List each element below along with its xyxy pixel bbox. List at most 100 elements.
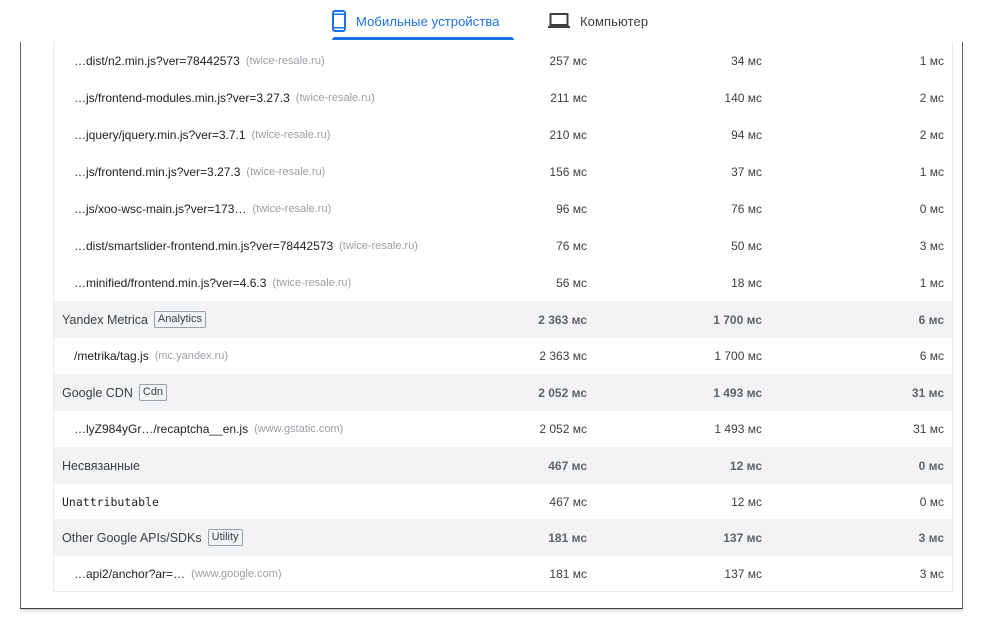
entity-name: Google CDN xyxy=(62,385,133,400)
tab-mobile[interactable]: Мобильные устройства xyxy=(332,0,514,42)
frame-shadow xyxy=(20,609,963,613)
script-url: Unattributable xyxy=(62,494,159,509)
script-evaluation-time: 18 мс xyxy=(731,275,762,290)
table-row: …api2/anchor?ar=… (www.google.com) 181 мс 1… xyxy=(54,555,952,592)
script-url[interactable]: …jquery/jquery.min.js?ver=3.7.1 xyxy=(74,128,246,142)
total-cpu-time: 156 мс xyxy=(549,164,587,179)
script-url[interactable]: /metrika/tag.js xyxy=(74,349,149,363)
cell-name: …dist/n2.min.js?ver=78442573 (twice-resal… xyxy=(74,42,325,79)
script-evaluation-time: 1 493 мс xyxy=(713,385,762,400)
table-row: …lyZ984yGr…/recaptcha__en.js (www.gstatic… xyxy=(54,410,952,447)
script-url[interactable]: …api2/anchor?ar=… xyxy=(74,567,185,581)
script-parse-time: 6 мс xyxy=(918,312,944,327)
total-cpu-time: 2 363 мс xyxy=(539,348,587,363)
category-badge: Cdn xyxy=(138,384,168,401)
script-evaluation-time: 12 мс xyxy=(729,458,762,473)
group-row: Несвязанные 467 мс 12 мс 0 мс xyxy=(54,447,952,484)
script-evaluation-time: 94 мс xyxy=(731,127,762,142)
script-url[interactable]: …js/frontend.min.js?ver=3.27.3 xyxy=(74,165,240,179)
cell-name: …lyZ984yGr…/recaptcha__en.js (www.gstatic… xyxy=(74,410,343,447)
script-url[interactable]: …lyZ984yGr…/recaptcha__en.js xyxy=(74,422,248,436)
script-url[interactable]: …js/frontend-modules.min.js?ver=3.27.3 xyxy=(74,91,290,105)
domain-label: (mc.yandex.ru) xyxy=(154,349,229,362)
script-parse-time: 0 мс xyxy=(919,201,944,216)
script-url[interactable]: …dist/smartslider-frontend.min.js?ver=78… xyxy=(74,239,333,253)
script-evaluation-time: 37 мс xyxy=(731,164,762,179)
script-parse-time: 0 мс xyxy=(919,494,944,509)
table-row: …minified/frontend.min.js?ver=4.6.3 (twic… xyxy=(54,264,952,301)
cell-name: …jquery/jquery.min.js?ver=3.7.1 (twice-re… xyxy=(74,116,330,153)
script-parse-time: 31 мс xyxy=(911,385,944,400)
total-cpu-time: 2 363 мс xyxy=(538,312,587,327)
table-row: …jquery/jquery.min.js?ver=3.7.1 (twice-re… xyxy=(54,116,952,153)
total-cpu-time: 96 мс xyxy=(556,201,587,216)
script-evaluation-time: 12 мс xyxy=(731,494,762,509)
total-cpu-time: 467 мс xyxy=(549,494,587,509)
cell-name: Google CDN Cdn xyxy=(62,374,168,411)
total-cpu-time: 76 мс xyxy=(556,238,587,253)
table-row: …dist/smartslider-frontend.min.js?ver=78… xyxy=(54,227,952,264)
domain-label: (twice-resale.ru) xyxy=(252,202,332,215)
domain-label: (twice-resale.ru) xyxy=(251,128,331,141)
table-row: Unattributable 467 мс 12 мс 0 мс xyxy=(54,483,952,520)
total-cpu-time: 2 052 мс xyxy=(539,421,587,436)
script-evaluation-time: 1 700 мс xyxy=(714,348,762,363)
domain-label: (twice-resale.ru) xyxy=(295,91,375,104)
script-parse-time: 3 мс xyxy=(919,566,944,581)
script-parse-time: 2 мс xyxy=(919,127,944,142)
script-evaluation-time: 137 мс xyxy=(724,566,762,581)
script-url[interactable]: …minified/frontend.min.js?ver=4.6.3 xyxy=(74,276,266,290)
script-evaluation-time: 34 мс xyxy=(731,53,762,68)
cell-name: …js/xoo-wsc-main.js?ver=173… (twice-resal… xyxy=(74,190,331,227)
script-url[interactable]: …js/xoo-wsc-main.js?ver=173… xyxy=(74,202,246,216)
table-row: …js/xoo-wsc-main.js?ver=173… (twice-resal… xyxy=(54,190,952,227)
laptop-icon xyxy=(548,13,570,29)
category-badge: Utility xyxy=(207,529,243,546)
cell-name: …js/frontend.min.js?ver=3.27.3 (twice-res… xyxy=(74,153,325,190)
cell-name: …api2/anchor?ar=… (www.google.com) xyxy=(74,555,282,592)
total-cpu-time: 2 052 мс xyxy=(538,385,587,400)
category-badge: Analytics xyxy=(153,311,206,328)
entity-name: Несвязанные xyxy=(62,458,140,473)
cell-name: …js/frontend-modules.min.js?ver=3.27.3 (t… xyxy=(74,79,375,116)
script-evaluation-time: 137 мс xyxy=(723,530,762,545)
total-cpu-time: 56 мс xyxy=(556,275,587,290)
script-parse-time: 31 мс xyxy=(913,421,944,436)
script-parse-time: 1 мс xyxy=(919,53,944,68)
script-parse-time: 1 мс xyxy=(919,164,944,179)
group-row: Google CDN Cdn 2 052 мс 1 493 мс 31 мс xyxy=(54,374,952,411)
total-cpu-time: 181 мс xyxy=(548,530,587,545)
total-cpu-time: 181 мс xyxy=(549,566,587,581)
script-url[interactable]: …dist/n2.min.js?ver=78442573 xyxy=(74,54,240,68)
total-cpu-time: 467 мс xyxy=(548,458,587,473)
script-evaluation-time: 140 мс xyxy=(724,90,762,105)
table-row: /metrika/tag.js (mc.yandex.ru) 2 363 мс 1 7… xyxy=(54,337,952,374)
script-parse-time: 1 мс xyxy=(919,275,944,290)
cell-name: …minified/frontend.min.js?ver=4.6.3 (twic… xyxy=(74,264,351,301)
cell-name: Несвязанные xyxy=(62,447,140,484)
script-evaluation-time: 76 мс xyxy=(731,201,762,216)
domain-label: (twice-resale.ru) xyxy=(246,165,326,178)
total-cpu-time: 211 мс xyxy=(550,90,587,105)
group-row: Other Google APIs/SDKs Utility 181 мс 137 м… xyxy=(54,519,952,556)
domain-label: (twice-resale.ru) xyxy=(245,54,325,67)
table-row: …dist/n2.min.js?ver=78442573 (twice-resal… xyxy=(54,42,952,79)
group-row: Yandex Metrica Analytics 2 363 мс 1 700 мс 6… xyxy=(54,301,952,338)
script-parse-time: 0 мс xyxy=(918,458,944,473)
cell-name: Unattributable xyxy=(62,483,159,520)
total-cpu-time: 257 мс xyxy=(549,53,587,68)
script-evaluation-time: 1 493 мс xyxy=(714,421,762,436)
third-party-table: …dist/n2.min.js?ver=78442573 (twice-resal… xyxy=(53,42,953,592)
domain-label: (www.google.com) xyxy=(191,567,282,580)
script-parse-time: 3 мс xyxy=(918,530,944,545)
table-row: …js/frontend-modules.min.js?ver=3.27.3 (t… xyxy=(54,79,952,116)
script-parse-time: 3 мс xyxy=(919,238,944,253)
smartphone-icon xyxy=(332,10,346,32)
cell-name: Yandex Metrica Analytics xyxy=(62,301,206,338)
tab-desktop[interactable]: Компьютер xyxy=(548,0,648,42)
domain-label: (www.gstatic.com) xyxy=(254,422,344,435)
cell-name: …dist/smartslider-frontend.min.js?ver=78… xyxy=(74,227,418,264)
script-parse-time: 6 мс xyxy=(919,348,944,363)
tab-desktop-label: Компьютер xyxy=(580,13,649,29)
device-tabs: Мобильные устройства Компьютер xyxy=(0,0,985,42)
